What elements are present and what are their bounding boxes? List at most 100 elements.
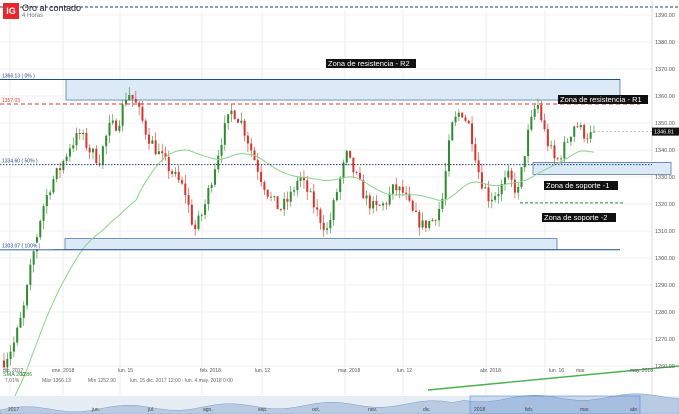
- candle-body: [490, 199, 493, 202]
- candle-body: [293, 190, 296, 192]
- navigator-label: 2017: [8, 407, 19, 413]
- candle-body: [546, 129, 549, 147]
- candle-body: [296, 180, 299, 191]
- navigator[interactable]: 2017 jun. jul. ago. sep. oct. nov. dic. 2018 feb.…: [0, 393, 679, 414]
- candle-body: [312, 191, 315, 208]
- x-tick-label: lun. 12: [255, 368, 270, 374]
- candle-body: [550, 145, 553, 147]
- candle-body: [59, 168, 62, 171]
- candle-body: [428, 221, 431, 228]
- candle-body: [210, 184, 213, 188]
- candle-body: [161, 151, 164, 154]
- candle-body: [213, 169, 216, 185]
- candle-body: [220, 144, 223, 156]
- max-value: Máx 1366.13: [42, 378, 71, 384]
- candle-body: [121, 104, 124, 126]
- candle-body: [19, 317, 22, 328]
- candle-body: [42, 206, 45, 221]
- candle-body: [385, 203, 388, 205]
- annotation-label: Zona de resistencia - R2: [328, 59, 410, 68]
- candle-body: [72, 145, 75, 149]
- candle-body: [306, 180, 309, 192]
- candle-body: [269, 196, 272, 198]
- candle-body: [372, 201, 375, 209]
- candle-body: [217, 155, 220, 170]
- candle-body: [6, 358, 9, 368]
- candle-body: [16, 327, 19, 343]
- candle-body: [289, 191, 292, 202]
- candle-body: [573, 126, 576, 137]
- candle-body: [474, 144, 477, 161]
- candle-body: [395, 184, 398, 191]
- zone-support-bottom: [64, 238, 558, 251]
- candle-body: [398, 186, 401, 191]
- candle-body: [533, 108, 536, 117]
- candle-body: [444, 171, 447, 199]
- price-chart[interactable]: 1366.13 ( 0% ) 1357.03 1334.60 ( 50% ) 1303…: [0, 0, 679, 414]
- candle-body: [68, 148, 71, 157]
- candle-body: [138, 102, 141, 107]
- candle-body: [543, 120, 546, 130]
- candle-body: [504, 177, 507, 185]
- candle-body: [477, 160, 480, 173]
- candle-body: [184, 183, 187, 196]
- candle-body: [507, 170, 510, 178]
- candle-body: [246, 135, 249, 144]
- candle-body: [349, 150, 352, 158]
- candle-body: [319, 209, 322, 223]
- candle-body: [540, 105, 543, 121]
- candle-body: [263, 182, 266, 190]
- candle-body: [405, 192, 408, 194]
- candle-body: [148, 134, 151, 144]
- candle-body: [12, 342, 15, 352]
- candle-body: [29, 264, 32, 285]
- candle-body: [243, 120, 246, 136]
- y-tick-label: 1310.00: [655, 229, 675, 235]
- candle-body: [200, 214, 203, 216]
- candle-body: [223, 123, 226, 145]
- candle-body: [250, 143, 253, 151]
- candle-body: [180, 180, 183, 184]
- x-tick-label: mar. 2018: [338, 368, 360, 374]
- y-tick-label: 1270.00: [655, 337, 675, 343]
- candle-body: [115, 120, 118, 131]
- candle-body: [494, 196, 497, 200]
- candle-body: [65, 156, 68, 161]
- candle-body: [233, 110, 236, 120]
- candle-body: [345, 150, 348, 163]
- candle-body: [309, 191, 312, 193]
- level-label: 1366.13 ( 0% ): [2, 73, 35, 79]
- navigator-label: 2018: [474, 407, 485, 413]
- x-tick-label: ene. 2018: [52, 368, 74, 374]
- y-tick-label: 1390.00: [655, 13, 675, 19]
- candle-body: [471, 123, 474, 145]
- candle-body: [88, 147, 91, 153]
- x-tick-label: lun. 16: [549, 368, 564, 374]
- candle-body: [579, 125, 582, 128]
- y-tick-label: 1340.00: [655, 148, 675, 154]
- zone-r2: [65, 79, 621, 101]
- level-label: 1334.60 ( 50% ): [2, 159, 38, 165]
- candle-body: [108, 122, 111, 136]
- level-label: 1357.03: [2, 98, 20, 104]
- navigator-label: sep.: [258, 407, 267, 413]
- candle-body: [227, 114, 230, 124]
- candle-body: [157, 151, 160, 155]
- candle-body: [355, 172, 358, 174]
- candle-body: [316, 207, 319, 210]
- zone-s1: [532, 162, 672, 175]
- candle-body: [105, 135, 108, 147]
- candle-body: [576, 126, 579, 128]
- candle-body: [388, 193, 391, 205]
- candle-body: [39, 220, 42, 238]
- candle-body: [434, 220, 437, 221]
- timeframe-label: 4 Horas: [22, 13, 44, 19]
- candle-body: [151, 140, 154, 144]
- candle-body: [560, 158, 563, 160]
- candle-body: [197, 215, 200, 230]
- candle-body: [111, 120, 114, 123]
- y-tick-label: 1330.00: [655, 175, 675, 181]
- y-tick-label: 1360.00: [655, 94, 675, 100]
- candle-body: [128, 94, 131, 101]
- x-tick-label: lun. 12: [397, 368, 412, 374]
